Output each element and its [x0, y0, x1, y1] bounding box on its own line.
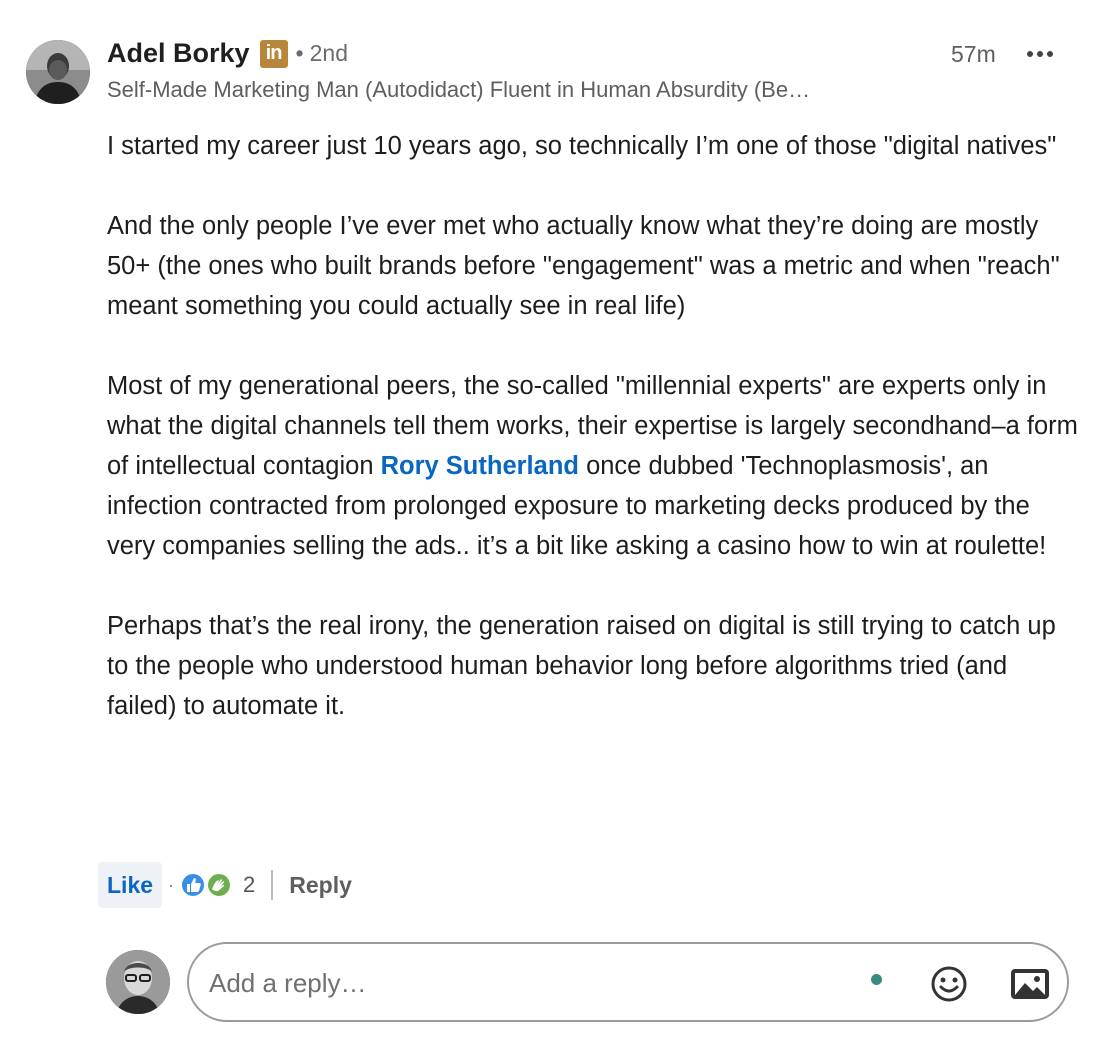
author-row: Adel Borky in • 2nd	[107, 38, 348, 69]
reply-placeholder: Add a reply…	[209, 968, 367, 998]
image-icon	[1011, 969, 1049, 999]
emoji-button[interactable]	[929, 964, 969, 1004]
ellipsis-icon	[1027, 51, 1033, 57]
more-options-button[interactable]	[1020, 40, 1060, 68]
reaction-count: 2	[243, 872, 256, 897]
linkedin-badge-icon: in	[259, 39, 288, 68]
comment-paragraph: Perhaps that’s the real irony, the gener…	[107, 612, 1056, 720]
mention-link[interactable]: Rory Sutherland	[381, 452, 579, 480]
comment-paragraph: I started my career just 10 years ago, s…	[107, 132, 1057, 160]
comment-body: I started my career just 10 years ago, s…	[107, 126, 1082, 766]
add-image-button[interactable]	[1009, 966, 1051, 1002]
current-user-avatar	[106, 950, 170, 1014]
comment-paragraph: Most of my generational peers, the so-ca…	[107, 372, 1078, 560]
comment-timestamp: 57m	[951, 41, 996, 67]
reactions-summary[interactable]: 2	[179, 871, 255, 899]
connection-degree: • 2nd	[295, 40, 348, 66]
smiley-icon	[931, 966, 967, 1002]
separator: ·	[168, 874, 175, 895]
author-avatar[interactable]	[26, 40, 90, 104]
status-dot	[871, 974, 882, 985]
comment-paragraph: And the only people I’ve ever met who ac…	[107, 212, 1060, 320]
thumbs-up-icon	[180, 872, 233, 898]
reply-button[interactable]: Reply	[289, 872, 352, 899]
divider	[271, 870, 274, 900]
like-button[interactable]: Like	[98, 862, 163, 908]
author-name[interactable]: Adel Borky	[107, 38, 250, 69]
author-headline: Self-Made Marketing Man (Autodidact) Flu…	[107, 77, 811, 102]
degree-label: 2nd	[309, 40, 348, 66]
reply-input[interactable]: Add a reply…	[187, 942, 1069, 1022]
comment-actions: Like · 2 Reply	[98, 862, 352, 908]
